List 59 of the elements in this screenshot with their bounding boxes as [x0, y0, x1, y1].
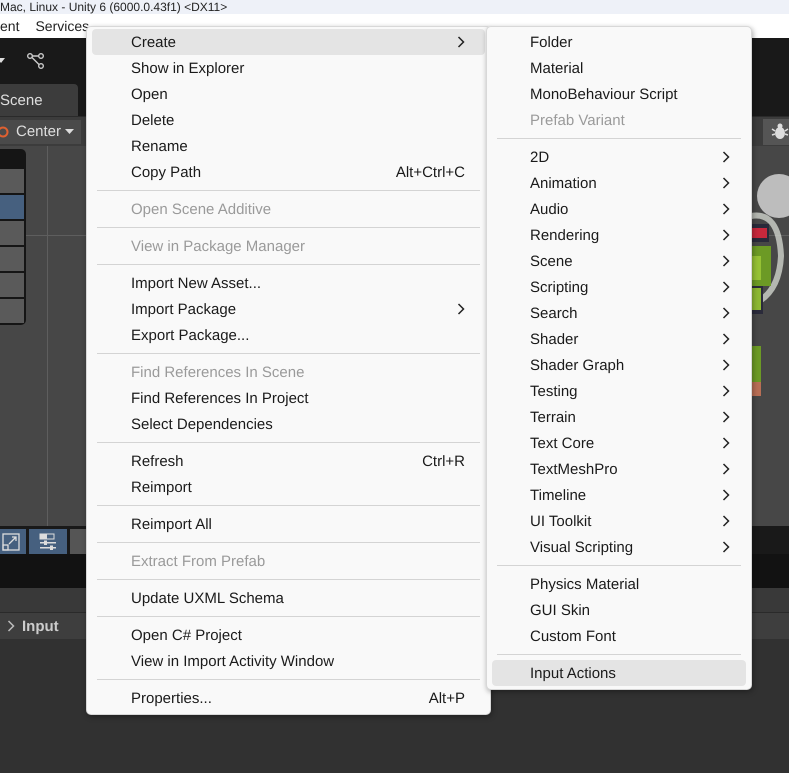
menu-item[interactable]: Material [492, 55, 746, 81]
menu-item[interactable]: Timeline [492, 482, 746, 508]
menu-item[interactable]: Import Package [92, 296, 485, 322]
scene-tab[interactable]: Scene [0, 84, 78, 116]
menu-item[interactable]: Update UXML Schema [92, 585, 485, 611]
window-title: Mac, Linux - Unity 6 (6000.0.43f1) <DX11> [0, 0, 228, 14]
menu-item[interactable]: Rename [92, 133, 485, 159]
menu-item[interactable]: Input Actions [492, 660, 746, 686]
menu-item[interactable]: Animation [492, 170, 746, 196]
menu-item[interactable]: Search [492, 300, 746, 326]
menu-item[interactable]: Open C# Project [92, 622, 485, 648]
menu-item[interactable]: Refresh Ctrl+R [92, 448, 485, 474]
menu-item[interactable]: Select Dependencies [92, 411, 485, 437]
menu-item[interactable]: Properties... Alt+P [92, 685, 485, 711]
menu-item[interactable]: Scripting [492, 274, 746, 300]
menu-item[interactable]: Testing [492, 378, 746, 404]
dropdown-arrow-icon[interactable] [0, 57, 7, 65]
pivot-dropdown[interactable]: Center [0, 120, 82, 144]
menu-item[interactable]: Terrain [492, 404, 746, 430]
chevron-right-icon [7, 620, 15, 632]
menu-item[interactable]: Custom Font [492, 623, 746, 649]
gizmo-button[interactable] [763, 118, 789, 144]
bug-icon [770, 122, 789, 140]
menu-item[interactable]: Physics Material [492, 571, 746, 597]
menu-item[interactable]: Audio [492, 196, 746, 222]
menu-item[interactable]: Show in Explorer [92, 55, 485, 81]
menu-item[interactable]: Reimport All [92, 511, 485, 537]
menu-item[interactable]: Text Core [492, 430, 746, 456]
menu-item[interactable]: Scene [492, 248, 746, 274]
menu-item[interactable]: Reimport [92, 474, 485, 500]
menu-item[interactable]: Shader [492, 326, 746, 352]
menu-item[interactable]: Visual Scripting [492, 534, 746, 560]
menu-item[interactable]: Import New Asset... [92, 270, 485, 296]
menu-item[interactable]: UI Toolkit [492, 508, 746, 534]
menu-item[interactable]: Open [92, 81, 485, 107]
dropdown-arrow-icon [65, 128, 76, 136]
sliders-icon [39, 532, 57, 550]
shortcut-label: Ctrl+R [422, 452, 465, 470]
resize-icon [2, 532, 20, 550]
menu-item[interactable]: Rendering [492, 222, 746, 248]
menu-item[interactable]: Create [92, 29, 485, 55]
scale-button[interactable] [0, 529, 26, 554]
menu-item[interactable]: View in Import Activity Window [92, 648, 485, 674]
graph-icon[interactable] [27, 52, 45, 70]
menu-item[interactable]: 2D [492, 144, 746, 170]
menu-bar-item[interactable]: ent [0, 18, 20, 34]
settings-button[interactable] [29, 529, 67, 554]
menu-bar-item[interactable]: Services [35, 18, 90, 34]
menu-item[interactable]: Export Package... [92, 322, 485, 348]
menu-item[interactable]: Delete [92, 107, 485, 133]
shortcut-label: Alt+P [428, 690, 465, 706]
menu-item[interactable]: GUI Skin [492, 597, 746, 623]
menu-item[interactable]: Shader Graph [492, 352, 746, 378]
menu-item[interactable]: MonoBehaviour Script [492, 81, 746, 107]
shortcut-label: Alt+Ctrl+C [396, 164, 465, 180]
menu-item[interactable]: Find References In Project [92, 385, 485, 411]
menu-item[interactable]: TextMeshPro [492, 456, 746, 482]
menu-item[interactable]: Folder [492, 29, 746, 55]
menu-item[interactable]: Copy Path Alt+Ctrl+C [92, 159, 485, 185]
